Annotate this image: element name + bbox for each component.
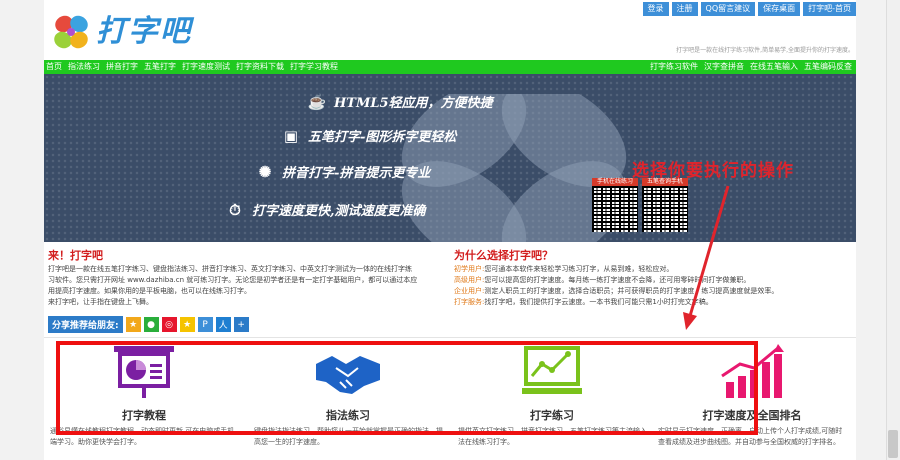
scrollbar-thumb[interactable] bbox=[888, 430, 898, 458]
save-desktop-link[interactable]: 保存桌面 bbox=[758, 2, 801, 16]
feature-html5: ☕ HTML5轻应用，方便快捷 bbox=[307, 92, 493, 112]
register-link[interactable]: 注册 bbox=[671, 2, 698, 16]
share-bar: 分享推荐给朋友: ★ ● ◎ ★ P 人 + bbox=[48, 316, 249, 333]
why-item-key: 打字服务: bbox=[454, 298, 485, 306]
feature-speed-text: 打字速度更快,测试速度更准确 bbox=[252, 204, 426, 219]
main-nav: 首页 指法练习 拼音打字 五笔打字 打字速度测试 打字资料下载 打字学习教程 打… bbox=[44, 60, 856, 74]
top-links: 登录 注册 QQ留言建议 保存桌面 打字吧-首页 bbox=[642, 2, 856, 16]
nav-item-pinyin-lookup[interactable]: 汉字查拼音 bbox=[704, 60, 744, 74]
intro-line: 来打字吧，让手指在键盘上飞舞。 bbox=[48, 298, 153, 306]
logo[interactable]: 打字吧 bbox=[52, 14, 212, 50]
login-link[interactable]: 登录 bbox=[642, 2, 669, 16]
nav-item-fingering[interactable]: 指法练习 bbox=[68, 60, 100, 74]
highlight-frame bbox=[56, 341, 758, 435]
why-item-value: 您可以提高您的打字速度。每月练一练打字速度不会降，还可用零碎时间打字做兼职。 bbox=[484, 276, 751, 284]
why-list: 初学用户:您可通本本软件来轻松学习练习打字，从易到难，轻松应对。 高级用户:您可… bbox=[454, 264, 844, 308]
qr-mobile-practice: 手机在线练习 bbox=[592, 178, 638, 232]
compass-icon: ✺ bbox=[258, 162, 272, 181]
feature-html5-text: HTML5轻应用，方便快捷 bbox=[334, 96, 493, 111]
nav-item-pinyin[interactable]: 拼音打字 bbox=[106, 60, 138, 74]
feedback-link[interactable]: QQ留言建议 bbox=[700, 2, 756, 16]
feature-pinyin-text: 拼音打字-拼音提示更专业 bbox=[282, 166, 431, 181]
picture-icon: ▣ bbox=[283, 126, 299, 145]
intro-line: 习软件。您只需打开网址 www.dazhiba.cn 就可练习打字。无论您是初学… bbox=[48, 276, 418, 284]
nav-item-home[interactable]: 首页 bbox=[46, 60, 62, 74]
scrollbar[interactable] bbox=[886, 0, 900, 460]
stopwatch-icon: ⏱ bbox=[229, 200, 241, 219]
why-item: 打字服务:找打字吧，我们提供打字云速度。一本书我们可能只需1小时打完文字稿。 bbox=[454, 297, 844, 308]
nav-item-software[interactable]: 打字练习软件 bbox=[650, 60, 698, 74]
feature-speed: ⏱ 打字速度更快,测试速度更准确 bbox=[226, 200, 426, 220]
intro-line: 用提高打字速度。如果你用的是平板电脑，也可以在线练习打字。 bbox=[48, 287, 251, 295]
renren-icon[interactable]: 人 bbox=[215, 317, 231, 332]
feature-wubi-text: 五笔打字-图形拆字更轻松 bbox=[308, 130, 457, 145]
intro-text: 打字吧是一款在线五笔打字练习、键盘指法练习、拼音打字练习、英文打字练习、中英文打… bbox=[48, 264, 440, 308]
share-label: 分享推荐给朋友: bbox=[48, 316, 123, 333]
nav-item-wubi[interactable]: 五笔打字 bbox=[144, 60, 176, 74]
nav-item-tutorial[interactable]: 打字学习教程 bbox=[290, 60, 338, 74]
header: 打字吧 登录 注册 QQ留言建议 保存桌面 打字吧-首页 打字吧是一款在线打字练… bbox=[44, 0, 856, 58]
nav-item-speed-test[interactable]: 打字速度测试 bbox=[182, 60, 230, 74]
why-item: 企业用户:测定人职员工的打字速度，选择合适职员；并可获得职员的打字速度，练习提高… bbox=[454, 286, 844, 297]
feature-pinyin: ✺ 拼音打字-拼音提示更专业 bbox=[256, 162, 431, 182]
tagline: 打字吧是一款在线打字练习软件,简单易学,全面提升你的打字速度。 bbox=[676, 47, 854, 54]
intro-title: 来！打字吧 bbox=[48, 249, 103, 262]
why-title: 为什么选择打字吧？ bbox=[454, 249, 553, 262]
wechat-icon[interactable]: ● bbox=[143, 317, 159, 332]
tencent-weibo-icon[interactable]: P bbox=[197, 317, 213, 332]
coffee-cup-icon: ☕ bbox=[307, 92, 327, 111]
nav-item-wubi-lookup[interactable]: 五笔编码反查 bbox=[804, 60, 852, 74]
more-icon[interactable]: + bbox=[233, 317, 249, 332]
flower-logo-icon bbox=[54, 15, 88, 49]
qr-wubi-lookup: 五笔查询手机 bbox=[642, 178, 688, 232]
feature-wubi: ▣ 五笔打字-图形拆字更轻松 bbox=[282, 126, 457, 146]
divider bbox=[44, 337, 856, 338]
star-icon[interactable]: ★ bbox=[125, 317, 141, 332]
why-item: 高级用户:您可以提高您的打字速度。每月练一练打字速度不会降，还可用零碎时间打字做… bbox=[454, 275, 844, 286]
home-link[interactable]: 打字吧-首页 bbox=[803, 2, 856, 16]
why-item: 初学用户:您可通本本软件来轻松学习练习打字，从易到难，轻松应对。 bbox=[454, 264, 844, 275]
why-item-value: 找打字吧，我们提供打字云速度。一本书我们可能只需1小时打完文字稿。 bbox=[484, 298, 713, 306]
weibo-icon[interactable]: ◎ bbox=[161, 317, 177, 332]
why-item-key: 初学用户: bbox=[454, 265, 485, 273]
qr-code-icon bbox=[642, 186, 688, 232]
qzone-icon[interactable]: ★ bbox=[179, 317, 195, 332]
intro-line: 打字吧是一款在线五笔打字练习、键盘指法练习、拼音打字练习、英文打字练习、中英文打… bbox=[48, 265, 412, 273]
why-item-value: 您可通本本软件来轻松学习练习打字，从易到难，轻松应对。 bbox=[484, 265, 674, 273]
why-item-key: 企业用户: bbox=[454, 287, 485, 295]
qr-code-icon bbox=[592, 186, 638, 232]
nav-item-downloads[interactable]: 打字资料下载 bbox=[236, 60, 284, 74]
nav-item-wubi-input[interactable]: 在线五笔输入 bbox=[750, 60, 798, 74]
why-item-value: 测定人职员工的打字速度，选择合适职员；并可获得职员的打字速度，练习提高速度就是效… bbox=[484, 287, 779, 295]
logo-text: 打字吧 bbox=[96, 14, 192, 49]
why-item-key: 高级用户: bbox=[454, 276, 485, 284]
annotation-text: 选择你要执行的操作 bbox=[632, 161, 794, 181]
